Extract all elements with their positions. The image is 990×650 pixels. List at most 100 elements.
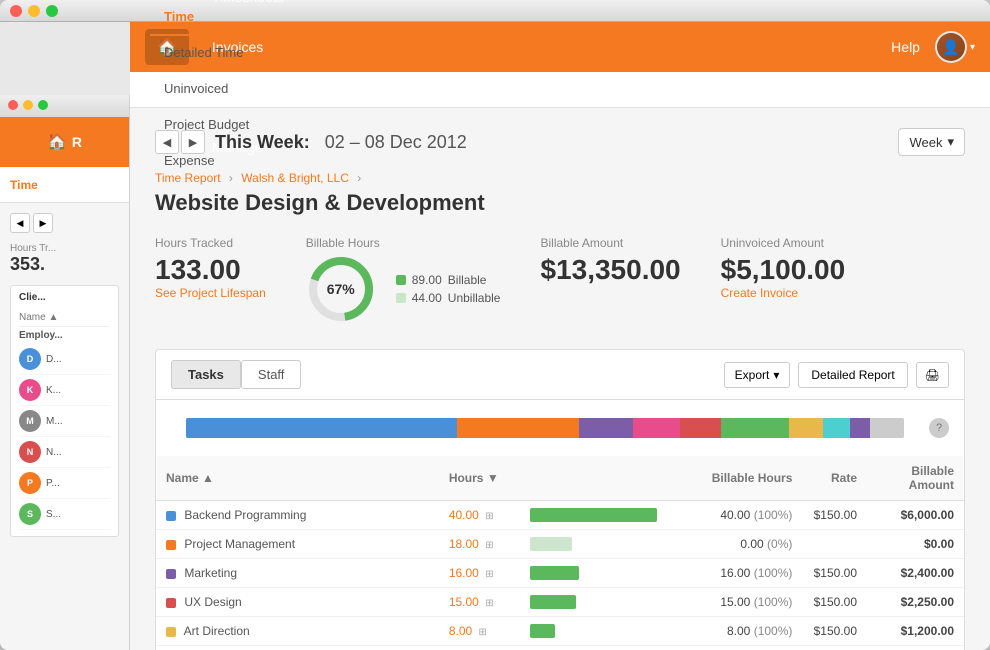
billable-hours-block: Billable Hours 67%	[306, 236, 501, 324]
help-link[interactable]: Help	[891, 39, 920, 55]
task-name: Art Direction	[184, 624, 250, 638]
hours-value[interactable]: 8.00	[449, 624, 472, 638]
sw-person-row: N N...	[19, 437, 110, 468]
bh-legend: 89.00 Billable 44.00 Unbillable	[396, 273, 501, 305]
uninvoiced-amount-value: $5,100.00	[721, 254, 846, 286]
close-button[interactable]	[10, 5, 22, 17]
week-arrows: ◀ ▶	[155, 130, 205, 154]
color-bar-segment	[579, 418, 633, 438]
donut-pct: 67%	[327, 281, 355, 297]
cell-bar	[520, 646, 682, 650]
cell-name: Marketing	[156, 559, 439, 588]
color-bar-segment	[850, 418, 870, 438]
print-button[interactable]: 🖨	[916, 362, 949, 388]
cell-hours: 18.00 ⊞	[439, 530, 520, 559]
billable-amount-label: Billable Amount	[540, 236, 680, 250]
user-menu[interactable]: 👤 ▾	[935, 31, 975, 63]
main-content: ◀ ▶ This Week: 02 – 08 Dec 2012 Week ▾ T…	[130, 108, 990, 650]
sw-avatar: M	[19, 410, 41, 432]
color-bar-segment	[457, 418, 579, 438]
color-bar-segment	[789, 418, 823, 438]
hours-tracked-block: Hours Tracked 133.00 See Project Lifespa…	[155, 236, 266, 300]
minimize-button[interactable]	[28, 5, 40, 17]
billable-label: Billable	[448, 273, 487, 287]
hours-sort-arrow: ▼	[487, 471, 499, 485]
hours-tracked-label: Hours Tracked	[155, 236, 266, 250]
color-bar-segment	[633, 418, 680, 438]
tab-staff[interactable]: Staff	[241, 360, 302, 389]
export-label: Export	[735, 368, 770, 382]
task-name: Project Management	[184, 537, 295, 551]
breadcrumb-client[interactable]: Walsh & Bright, LLC	[241, 171, 349, 185]
main-window: 🏠 R Time ◀ ▶ Hours Tr... 353. Clie... Na…	[0, 0, 990, 650]
sw-person-row: S S...	[19, 499, 110, 530]
table-actions: Export ▾ Detailed Report 🖨	[724, 362, 949, 388]
subnav-item-time[interactable]: Time	[150, 0, 263, 36]
table-row: Project Management 18.00 ⊞ 0.00 (0%) $0.…	[156, 530, 964, 559]
sw-prev-arrow[interactable]: ◀	[10, 213, 30, 233]
bar-fill	[530, 508, 657, 522]
export-arrow: ▾	[773, 368, 779, 382]
row-color-icon	[166, 598, 176, 608]
hours-icon: ⊞	[485, 511, 493, 522]
project-title: Website Design & Development	[155, 190, 965, 216]
breadcrumb-time-report[interactable]: Time Report	[155, 171, 221, 185]
detailed-report-button[interactable]: Detailed Report	[798, 362, 907, 388]
cell-billable-hours: 40.00 (100%)	[681, 501, 802, 530]
week-next-button[interactable]: ▶	[181, 130, 205, 154]
table-tabs-container: TasksStaff	[171, 360, 301, 389]
bar-fill	[530, 595, 577, 609]
cell-billable-hours: 16.00 (100%)	[681, 559, 802, 588]
sw-title-bar	[0, 95, 129, 117]
billable-dot	[396, 275, 406, 285]
maximize-button[interactable]	[46, 5, 58, 17]
week-range: 02 – 08 Dec 2012	[325, 132, 467, 153]
th-hours[interactable]: Hours ▼	[439, 456, 520, 501]
traffic-lights	[10, 5, 58, 17]
cell-bar	[520, 588, 682, 617]
subnav-item-detailed-time[interactable]: Detailed Time	[150, 36, 263, 72]
sw-main: ◀ ▶ Hours Tr... 353. Clie... Name ▲ Empl…	[0, 203, 129, 547]
week-nav: ◀ ▶ This Week: 02 – 08 Dec 2012 Week ▾	[155, 128, 965, 156]
sw-next-arrow[interactable]: ▶	[33, 213, 53, 233]
sw-avatar: P	[19, 472, 41, 494]
week-selector-dropdown[interactable]: Week ▾	[898, 128, 965, 156]
cell-bar	[520, 559, 682, 588]
see-project-lifespan-link[interactable]: See Project Lifespan	[155, 286, 266, 300]
sw-person-row: D D...	[19, 344, 110, 375]
create-invoice-link[interactable]: Create Invoice	[721, 286, 846, 300]
hours-value[interactable]: 16.00	[449, 566, 479, 580]
color-bar-segment	[823, 418, 850, 438]
stats-row: Hours Tracked 133.00 See Project Lifespa…	[155, 236, 965, 324]
sw-avatar: D	[19, 348, 41, 370]
table-header-row: Name ▲ Hours ▼ Billable Hours Rate Billa…	[156, 456, 964, 501]
hours-icon: ⊞	[479, 627, 487, 638]
cell-hours: 8.00 ⊞	[439, 617, 520, 646]
help-icon[interactable]: ?	[929, 418, 949, 438]
cell-rate: $150.00	[802, 501, 867, 530]
breadcrumb-sep2: ›	[357, 171, 361, 185]
nav-right: Help 👤 ▾	[891, 31, 975, 63]
sw-week-nav: ◀ ▶	[10, 213, 119, 233]
sw-person-row: P P...	[19, 468, 110, 499]
hours-icon: ⊞	[485, 540, 493, 551]
week-prev-button[interactable]: ◀	[155, 130, 179, 154]
hours-value[interactable]: 15.00	[449, 595, 479, 609]
sw-section-title: Clie...	[19, 292, 46, 303]
unbillable-dot	[396, 293, 406, 303]
hours-value[interactable]: 40.00	[449, 508, 479, 522]
hours-value[interactable]: 18.00	[449, 537, 479, 551]
sw-avatar: N	[19, 441, 41, 463]
week-selector-label: Week	[909, 135, 942, 150]
billable-amount-value: $13,350.00	[540, 254, 680, 286]
subnav-item-uninvoiced[interactable]: Uninvoiced	[150, 72, 263, 108]
cell-billable-amount: $1,200.00	[867, 617, 964, 646]
tab-tasks[interactable]: Tasks	[171, 360, 241, 389]
sw-person-row: K K...	[19, 375, 110, 406]
row-color-icon	[166, 627, 176, 637]
color-bar-segment	[680, 418, 721, 438]
name-sort-arrow: ▲	[202, 471, 214, 485]
billable-value: 89.00	[412, 273, 442, 287]
color-bar-row: ?	[156, 400, 964, 456]
export-button[interactable]: Export ▾	[724, 362, 791, 388]
